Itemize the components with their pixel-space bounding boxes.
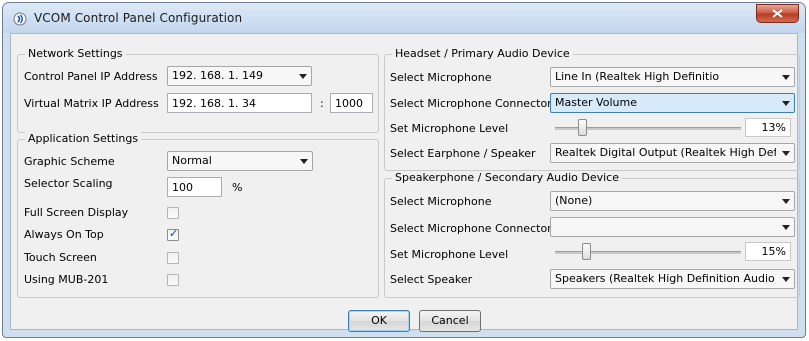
speakerphone-mic-select[interactable]: (None) <box>550 191 795 211</box>
headset-level-value: 13% <box>745 118 791 137</box>
always-on-top-label: Always On Top <box>24 228 104 241</box>
touch-screen-checkbox[interactable] <box>167 252 179 264</box>
speaker-value: Speakers (Realtek High Definition Audio) <box>555 272 776 285</box>
graphic-scheme-select[interactable]: Normal <box>167 151 313 171</box>
headset-connector-label: Select Microphone Connector <box>390 97 552 110</box>
network-settings-group: Network Settings Control Panel IP Addres… <box>17 47 379 133</box>
headset-audio-group: Headset / Primary Audio Device Select Mi… <box>384 47 800 171</box>
touch-screen-label: Touch Screen <box>24 251 97 264</box>
control-panel-ip-select[interactable]: 192. 168. 1. 149 <box>167 66 312 86</box>
port-separator: : <box>320 97 324 110</box>
speakerphone-connector-label: Select Microphone Connector <box>390 222 552 235</box>
headset-earphone-label: Select Earphone / Speaker <box>390 147 536 160</box>
selector-scaling-unit: % <box>232 181 243 194</box>
network-settings-legend: Network Settings <box>25 47 126 60</box>
headset-connector-value: Master Volume <box>555 96 637 109</box>
speakerphone-mic-value: (None) <box>555 194 593 207</box>
full-screen-checkbox[interactable] <box>167 207 179 219</box>
speakerphone-level-label: Set Microphone Level <box>390 248 509 261</box>
headset-level-label: Set Microphone Level <box>390 122 509 135</box>
window-title: VCOM Control Panel Configuration <box>34 11 243 25</box>
chevron-down-icon <box>782 199 790 204</box>
speakerphone-audio-group: Speakerphone / Secondary Audio Device Se… <box>384 171 800 298</box>
virtual-matrix-ip-label: Virtual Matrix IP Address <box>24 97 159 110</box>
speakerphone-mic-label: Select Microphone <box>390 195 492 208</box>
config-window: VCOM Control Panel Configuration Network… <box>2 2 806 338</box>
headset-mic-label: Select Microphone <box>390 71 492 84</box>
title-bar[interactable]: VCOM Control Panel Configuration <box>3 3 805 33</box>
chevron-down-icon <box>300 159 308 164</box>
client-area: Network Settings Control Panel IP Addres… <box>10 33 800 332</box>
control-panel-ip-value: 192. 168. 1. 149 <box>172 69 263 82</box>
virtual-matrix-ip-input[interactable] <box>167 93 312 113</box>
port-input[interactable] <box>330 93 373 113</box>
selector-scaling-label: Selector Scaling <box>24 177 113 190</box>
chevron-down-icon <box>782 151 790 156</box>
chevron-down-icon <box>782 101 790 106</box>
speaker-label: Select Speaker <box>390 273 473 286</box>
application-settings-legend: Application Settings <box>25 132 142 145</box>
headset-connector-select[interactable]: Master Volume <box>550 93 795 113</box>
cancel-button[interactable]: Cancel <box>419 310 481 332</box>
vcom-app-icon <box>13 12 27 26</box>
close-button[interactable] <box>756 4 799 23</box>
always-on-top-checkbox[interactable]: ✓ <box>167 227 179 241</box>
chevron-down-icon <box>782 225 790 230</box>
slider-thumb[interactable] <box>582 243 591 260</box>
selector-scaling-input[interactable] <box>167 177 222 197</box>
full-screen-label: Full Screen Display <box>24 206 129 219</box>
checkmark-icon: ✓ <box>169 227 179 240</box>
slider-thumb[interactable] <box>578 119 587 136</box>
headset-mic-select[interactable]: Line In (Realtek High Definitio <box>550 67 795 87</box>
headset-mic-value: Line In (Realtek High Definitio <box>555 70 720 83</box>
ok-button[interactable]: OK <box>348 310 410 332</box>
speaker-select[interactable]: Speakers (Realtek High Definition Audio) <box>550 269 795 289</box>
chevron-down-icon <box>782 277 790 282</box>
control-panel-ip-label: Control Panel IP Address <box>24 70 158 83</box>
headset-level-slider[interactable] <box>555 118 741 138</box>
using-mub-201-label: Using MUB-201 <box>24 273 109 286</box>
headset-earphone-value: Realtek Digital Output (Realtek High Def… <box>555 146 776 159</box>
speakerphone-connector-select[interactable] <box>550 217 795 237</box>
chevron-down-icon <box>782 75 790 80</box>
speakerphone-audio-legend: Speakerphone / Secondary Audio Device <box>392 171 622 184</box>
speakerphone-level-slider[interactable] <box>555 242 741 262</box>
speakerphone-level-value: 15% <box>745 242 791 261</box>
chevron-down-icon <box>299 74 307 79</box>
application-settings-group: Application Settings Graphic Scheme Norm… <box>17 132 379 298</box>
close-icon <box>772 9 783 18</box>
headset-audio-legend: Headset / Primary Audio Device <box>392 47 573 60</box>
headset-earphone-select[interactable]: Realtek Digital Output (Realtek High Def… <box>550 143 795 163</box>
using-mub-201-checkbox[interactable] <box>167 274 179 286</box>
graphic-scheme-label: Graphic Scheme <box>24 155 115 168</box>
graphic-scheme-value: Normal <box>172 154 212 167</box>
